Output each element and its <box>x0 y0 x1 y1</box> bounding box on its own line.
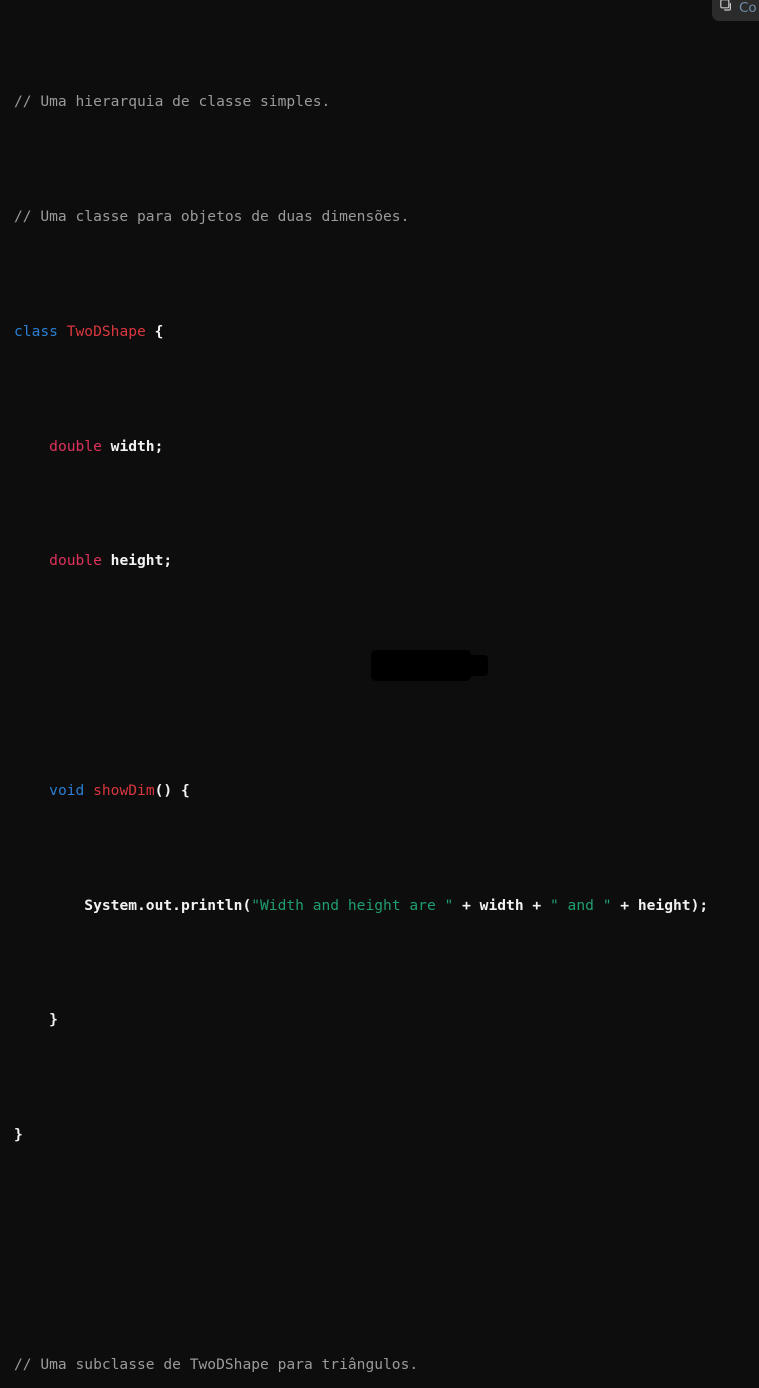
copy-icon <box>720 0 734 17</box>
parens-brace: () { <box>154 781 190 799</box>
type-twodshape: TwoDShape <box>66 322 146 340</box>
code-line: // Uma hierarquia de classe simples. <box>14 88 708 117</box>
method-showdim: showDim <box>93 781 155 799</box>
camera-lens-shape <box>467 655 488 676</box>
keyword-class: class <box>14 322 58 340</box>
operator-concat: + height); <box>611 896 709 914</box>
code-line: // Uma classe para objetos de duas dimen… <box>14 203 708 232</box>
call-println: System.out.println( <box>84 896 252 914</box>
code-line: } <box>14 1121 708 1150</box>
code-block: // Uma hierarquia de classe simples. // … <box>0 0 759 1373</box>
type-double: double <box>49 552 102 570</box>
copy-button-label: Co <box>739 0 757 16</box>
brace-close: } <box>14 1126 23 1144</box>
brace-close: } <box>14 1011 58 1029</box>
copy-code-button[interactable]: Co <box>712 0 759 21</box>
code-line: void showDim() { <box>14 777 708 806</box>
code-line: } <box>14 1006 708 1035</box>
comment-token: // Uma classe para objetos de duas dimen… <box>14 207 410 225</box>
brace-open: { <box>145 322 164 340</box>
keyword-void: void <box>49 781 85 799</box>
identifier-width: width; <box>101 437 164 455</box>
string-literal: "Width and height are " <box>251 896 454 914</box>
string-literal: " and " <box>549 896 612 914</box>
code-content[interactable]: // Uma hierarquia de classe simples. // … <box>14 2 708 1388</box>
operator-concat: + width + <box>453 896 550 914</box>
code-line: // Uma subclasse de TwoDShape para triân… <box>14 1351 708 1380</box>
code-line: double width; <box>14 433 708 462</box>
code-line: System.out.println("Width and height are… <box>14 892 708 921</box>
recording-indicator-overlay <box>371 650 488 681</box>
identifier-height: height; <box>101 552 173 570</box>
comment-token: // Uma hierarquia de classe simples. <box>14 93 331 111</box>
type-double: double <box>49 437 102 455</box>
code-line: double height; <box>14 547 708 576</box>
comment-token: // Uma subclasse de TwoDShape para triân… <box>14 1355 419 1373</box>
code-line: class TwoDShape { <box>14 318 708 347</box>
